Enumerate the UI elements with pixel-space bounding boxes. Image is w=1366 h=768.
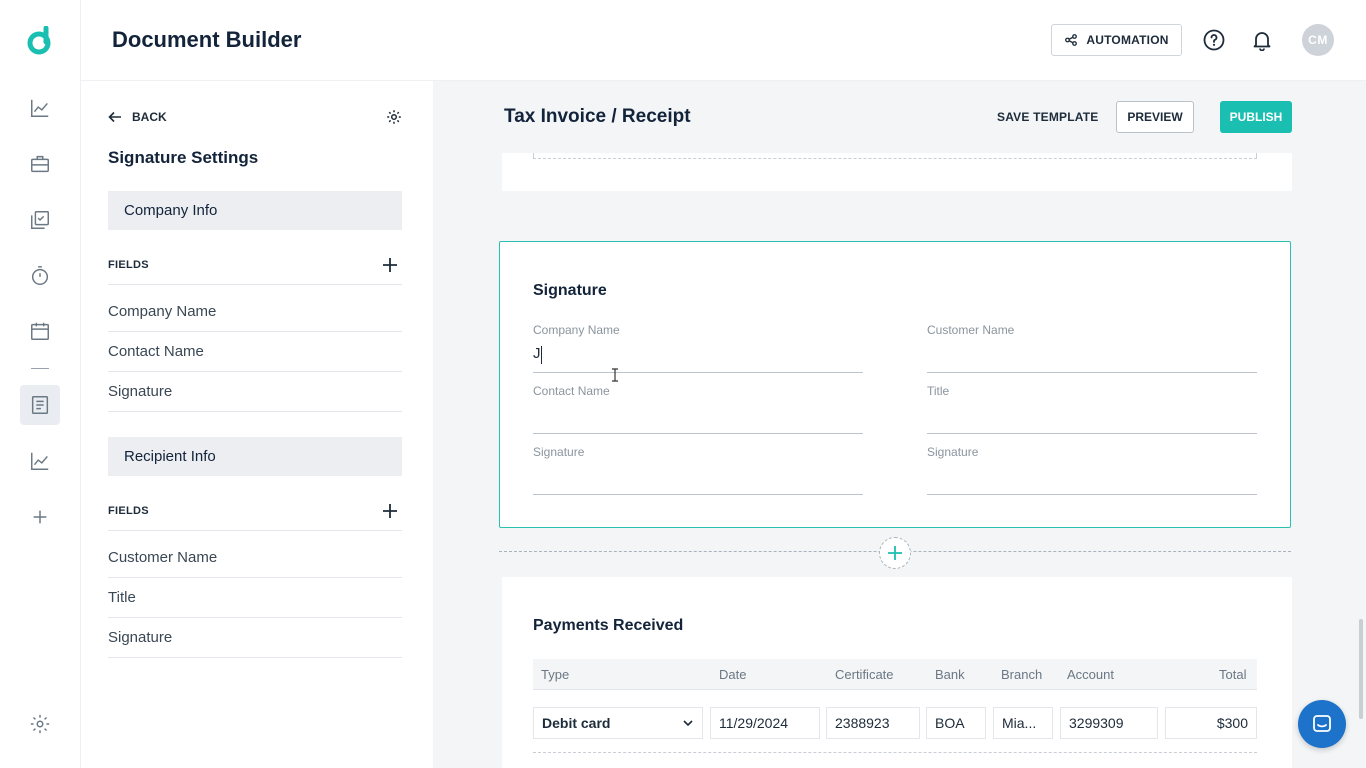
field-label: Contact Name xyxy=(533,384,610,398)
field-label: Company Name xyxy=(533,323,620,337)
contact-name-input[interactable]: Contact Name xyxy=(533,384,863,434)
add-field-icon[interactable] xyxy=(382,503,398,519)
automation-label: AUTOMATION xyxy=(1086,33,1169,47)
rail-divider xyxy=(31,368,49,369)
type-value: Debit card xyxy=(542,715,611,731)
share-nodes-icon xyxy=(1065,34,1078,46)
chevron-down-icon xyxy=(683,720,693,727)
left-rail xyxy=(0,0,81,768)
calendar-icon[interactable] xyxy=(28,319,52,343)
preview-button[interactable]: PREVIEW xyxy=(1116,101,1194,133)
plus-icon xyxy=(888,546,902,560)
document-icon[interactable] xyxy=(28,393,52,417)
table-header: Type Date Certificate Bank Branch Accoun… xyxy=(533,659,1257,690)
field-item-signature[interactable]: Signature xyxy=(108,372,402,412)
add-section-button[interactable] xyxy=(879,537,911,569)
payments-section[interactable]: Payments Received Type Date Certificate … xyxy=(502,577,1292,768)
signature-section[interactable]: Signature Company Name J Customer Name C… xyxy=(499,241,1291,528)
column-header-bank: Bank xyxy=(935,667,965,682)
document-title: Tax Invoice / Receipt xyxy=(504,106,691,127)
arrow-left-icon xyxy=(108,111,121,123)
fields-label: FIELDS xyxy=(108,258,149,271)
chat-launcher-button[interactable] xyxy=(1298,700,1346,748)
section-title: Signature xyxy=(533,282,607,299)
top-header: Document Builder AUTOMATION CM xyxy=(81,0,1366,81)
app-logo-icon[interactable] xyxy=(26,26,54,56)
column-header-branch: Branch xyxy=(1001,667,1043,682)
field-label: Customer Name xyxy=(927,323,1015,337)
column-header-total: Total xyxy=(1219,667,1247,682)
analytics-icon[interactable] xyxy=(28,449,52,473)
field-value: J xyxy=(533,345,541,362)
company-name-input[interactable]: Company Name J xyxy=(533,323,863,373)
chat-icon xyxy=(1313,715,1331,732)
customer-name-input[interactable]: Customer Name xyxy=(927,323,1257,373)
back-button[interactable]: BACK xyxy=(108,110,167,124)
save-template-button[interactable]: SAVE TEMPLATE xyxy=(997,110,1099,124)
back-label: BACK xyxy=(132,110,167,124)
canvas-scrollbar[interactable] xyxy=(1359,619,1363,719)
column-header-type: Type xyxy=(541,667,570,682)
plus-icon[interactable] xyxy=(28,505,52,529)
recipient-signature-input[interactable]: Signature xyxy=(927,445,1257,495)
publish-button[interactable]: PUBLISH xyxy=(1220,101,1292,133)
help-icon[interactable] xyxy=(1203,29,1225,51)
field-label: Title xyxy=(927,384,950,398)
stopwatch-icon[interactable] xyxy=(28,264,52,288)
field-item-title[interactable]: Title xyxy=(108,578,402,618)
automation-button[interactable]: AUTOMATION xyxy=(1051,24,1182,56)
panel-title: Signature Settings xyxy=(108,148,259,167)
dashed-field-border xyxy=(533,153,1257,159)
branch-input[interactable]: Mia... xyxy=(993,707,1053,739)
fields-label: FIELDS xyxy=(108,504,149,517)
account-input[interactable]: 3299309 xyxy=(1060,707,1158,739)
field-label: Signature xyxy=(533,445,585,459)
title-input[interactable]: Title xyxy=(927,384,1257,434)
total-input[interactable]: $300 xyxy=(1165,707,1257,739)
field-item-signature[interactable]: Signature xyxy=(108,618,402,658)
text-caret xyxy=(541,346,542,364)
document-canvas: Tax Invoice / Receipt SAVE TEMPLATE PREV… xyxy=(433,81,1366,768)
type-select[interactable]: Debit card xyxy=(533,707,703,739)
avatar[interactable]: CM xyxy=(1302,24,1334,56)
table-row: Debit card 11/29/2024 2388923 BOA Mia...… xyxy=(533,691,1257,753)
settings-icon[interactable] xyxy=(28,712,52,736)
column-header-account: Account xyxy=(1067,667,1114,682)
column-header-date: Date xyxy=(719,667,747,682)
checklist-icon[interactable] xyxy=(28,208,52,232)
fields-header: FIELDS xyxy=(108,245,402,285)
chart-line-icon[interactable] xyxy=(28,96,52,120)
section-title: Payments Received xyxy=(533,617,684,634)
column-header-certificate: Certificate xyxy=(835,667,894,682)
add-field-icon[interactable] xyxy=(382,257,398,273)
fields-header: FIELDS xyxy=(108,491,402,531)
field-item-contact-name[interactable]: Contact Name xyxy=(108,332,402,372)
group-header-company-info[interactable]: Company Info xyxy=(108,191,402,230)
page-title: Document Builder xyxy=(112,27,302,52)
certificate-input[interactable]: 2388923 xyxy=(826,707,920,739)
gear-icon[interactable] xyxy=(386,109,402,125)
field-label: Signature xyxy=(927,445,979,459)
company-signature-input[interactable]: Signature xyxy=(533,445,863,495)
group-header-recipient-info[interactable]: Recipient Info xyxy=(108,437,402,476)
previous-section-card xyxy=(502,153,1292,191)
field-item-company-name[interactable]: Company Name xyxy=(108,292,402,332)
date-input[interactable]: 11/29/2024 xyxy=(710,707,820,739)
briefcase-icon[interactable] xyxy=(28,152,52,176)
field-item-customer-name[interactable]: Customer Name xyxy=(108,538,402,578)
text-cursor-icon xyxy=(612,368,618,382)
settings-panel: BACK Signature Settings Company Info FIE… xyxy=(81,81,433,768)
bank-input[interactable]: BOA xyxy=(926,707,986,739)
bell-icon[interactable] xyxy=(1251,29,1273,51)
